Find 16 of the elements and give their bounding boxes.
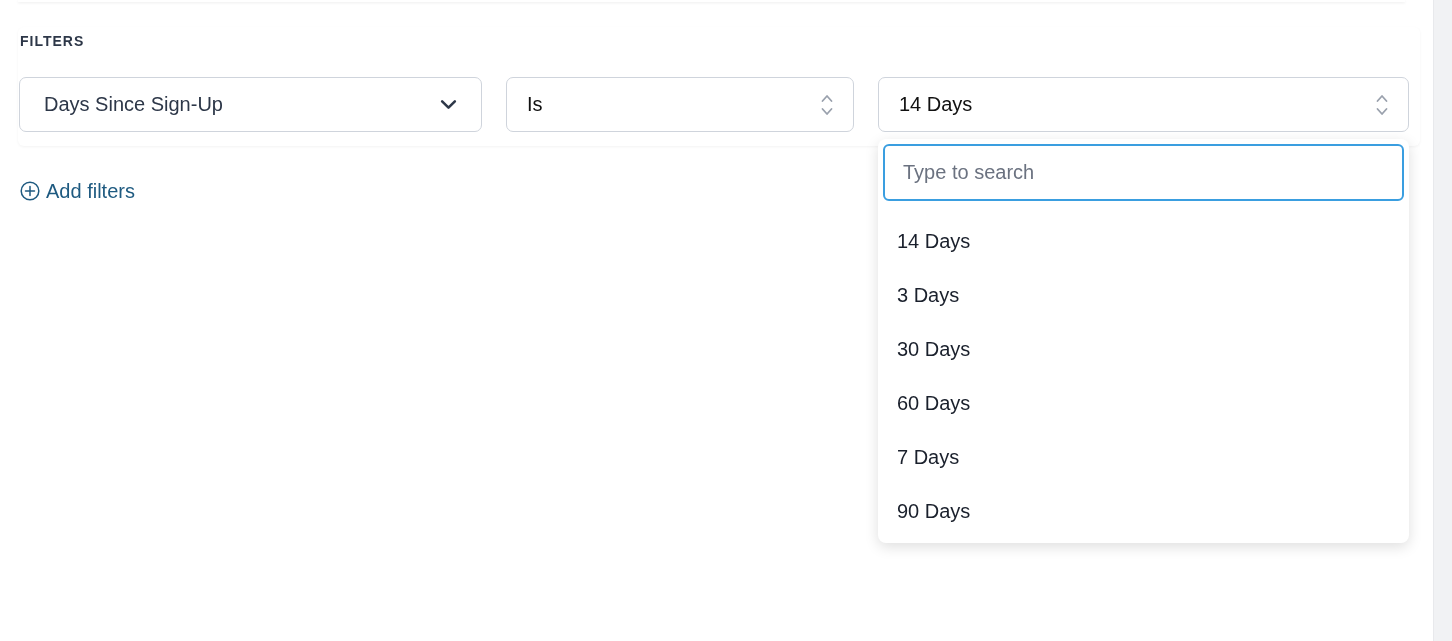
dropdown-option[interactable]: 14 Days (883, 214, 1404, 268)
select-dropdown[interactable]: Is (506, 77, 854, 132)
search-field[interactable]: Type to search (883, 144, 1404, 201)
chevron-up-down-icon (1376, 93, 1388, 116)
chevron-down-icon (440, 99, 457, 110)
add-filters-link[interactable]: Add filters (20, 179, 135, 203)
chevron-up-down-icon (821, 93, 833, 116)
dropdown-option[interactable]: 90 Days (883, 484, 1404, 538)
select-dropdown[interactable]: Days Since Sign-Up (19, 77, 482, 132)
section-title: FILTERS (20, 32, 85, 51)
dropdown-option[interactable]: 3 Days (883, 268, 1404, 322)
dropdown-option[interactable]: 30 Days (883, 322, 1404, 376)
plus-circle-icon (20, 181, 40, 201)
select-dropdown[interactable]: 14 Days (878, 77, 1409, 132)
dropdown-option[interactable]: 60 Days (883, 376, 1404, 430)
dropdown-option[interactable]: 7 Days (883, 430, 1404, 484)
